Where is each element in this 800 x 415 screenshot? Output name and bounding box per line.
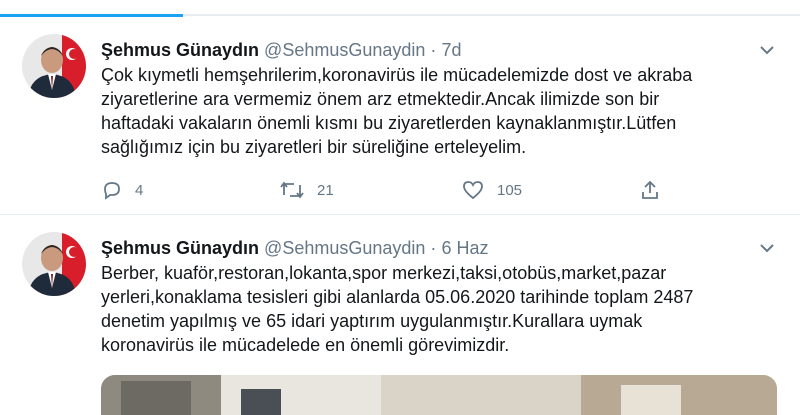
author-name[interactable]: Şehmus Günaydın [101, 238, 259, 258]
like-button[interactable]: 105 [461, 175, 522, 205]
chevron-down-icon[interactable] [758, 239, 776, 257]
author-name[interactable]: Şehmus Günaydın [101, 40, 259, 60]
tweet-text: Çok kıymetli hemşehrilerim,koronavirüs i… [101, 65, 693, 157]
tweet-header: Şehmus Günaydın @SehmusGunaydin · 7d [101, 37, 461, 63]
reply-count: 4 [135, 181, 144, 199]
chevron-down-icon[interactable] [758, 41, 776, 59]
avatar[interactable] [22, 232, 86, 296]
tweet[interactable]: Şehmus Günaydın @SehmusGunaydin · 7d Çok… [0, 17, 800, 215]
share-button[interactable] [639, 175, 661, 205]
tweet-actions: 4 21 105 [101, 175, 681, 205]
reply-icon [101, 179, 123, 201]
retweet-count: 21 [317, 181, 334, 199]
reply-button[interactable]: 4 [101, 175, 143, 205]
tweet-media-image[interactable] [101, 375, 777, 415]
tweet-text: Berber, kuaför,restoran,lokanta,spor mer… [101, 263, 694, 355]
tab-underline [0, 14, 800, 17]
avatar[interactable] [22, 34, 86, 98]
separator-dot: · [430, 238, 437, 258]
author-handle[interactable]: @SehmusGunaydin [264, 238, 425, 258]
tweet[interactable]: Şehmus Günaydın @SehmusGunaydin · 6 Haz … [0, 215, 800, 415]
share-icon [639, 179, 661, 201]
author-handle[interactable]: @SehmusGunaydin [264, 40, 425, 60]
retweet-icon [279, 179, 305, 201]
tweet-timestamp[interactable]: 7d [441, 40, 461, 60]
separator-dot: · [430, 40, 437, 60]
tweet-timestamp[interactable]: 6 Haz [441, 238, 488, 258]
tweet-header: Şehmus Günaydın @SehmusGunaydin · 6 Haz [101, 235, 488, 261]
retweet-button[interactable]: 21 [279, 175, 334, 205]
like-count: 105 [497, 181, 523, 199]
heart-icon [461, 179, 485, 201]
